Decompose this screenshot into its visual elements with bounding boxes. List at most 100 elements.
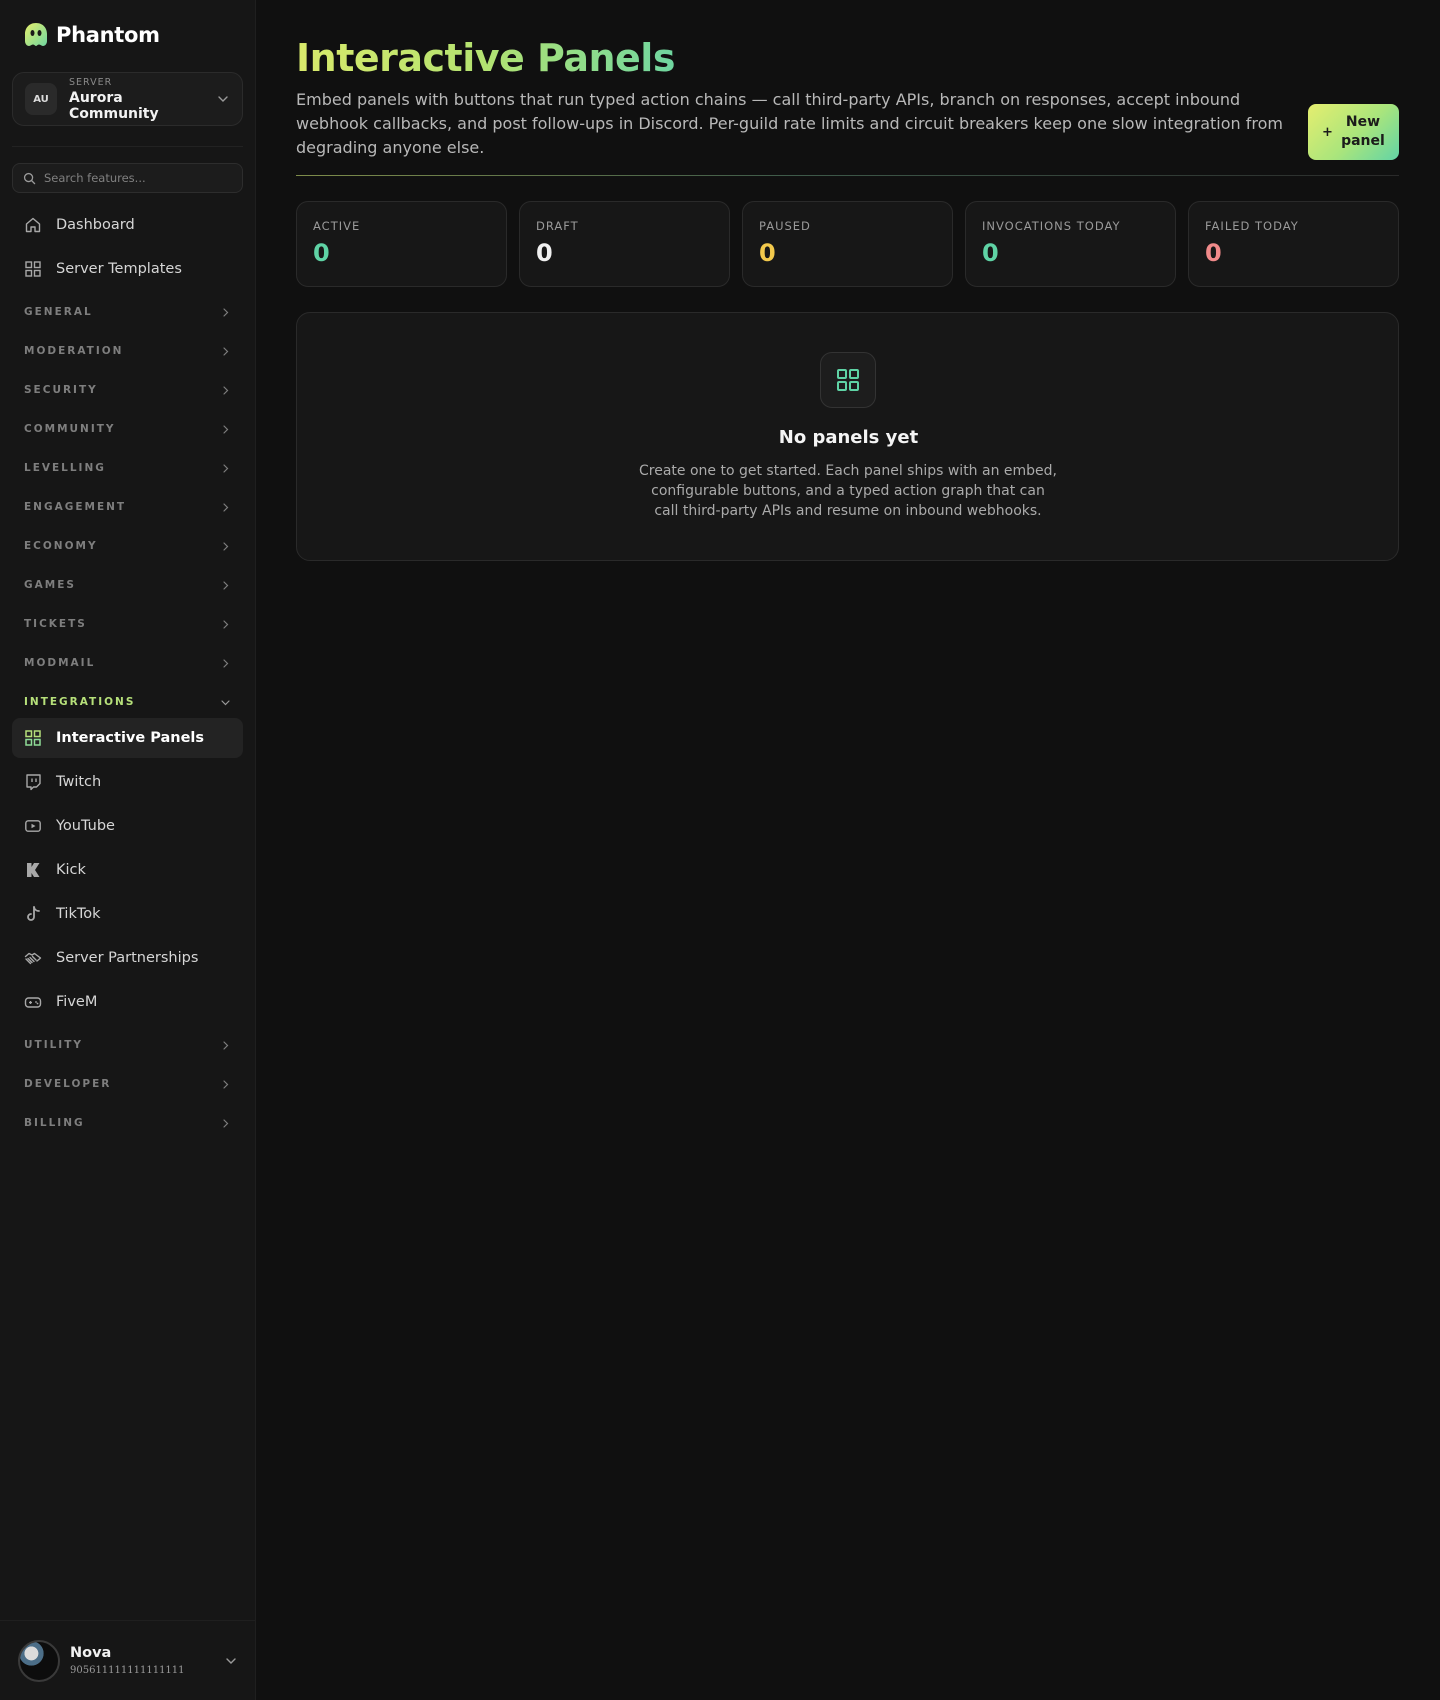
nav-item-youtube[interactable]: YouTube — [12, 806, 243, 846]
stat-label: FAILED TODAY — [1205, 219, 1299, 233]
search-icon — [23, 172, 36, 184]
tiktok-icon — [27, 906, 40, 921]
nav-item-interactive-panels[interactable]: Interactive Panels — [12, 718, 243, 758]
grid-icon — [25, 730, 41, 746]
stat-label: DRAFT — [536, 219, 579, 233]
nav-label: Twitch — [56, 774, 102, 790]
section-label: COMMUNITY — [24, 423, 116, 435]
section-billing[interactable]: BILLING — [12, 1109, 243, 1137]
user-name: Nova — [70, 1645, 112, 1661]
stat-card-draft: DRAFT 0 — [519, 201, 730, 287]
chevron-right-icon — [223, 385, 229, 395]
chevron-down-icon — [226, 1657, 236, 1664]
stat-label: PAUSED — [759, 219, 811, 233]
grid-icon — [837, 369, 859, 391]
section-games[interactable]: GAMES — [12, 571, 243, 599]
avatar — [18, 1639, 60, 1682]
chevron-right-icon — [223, 307, 229, 317]
section-utility[interactable]: UTILITY — [12, 1031, 243, 1059]
stat-value: 0 — [759, 239, 776, 267]
stat-card-active: ACTIVE 0 — [296, 201, 507, 287]
page-title: Interactive Panels — [296, 36, 675, 80]
chevron-right-icon — [223, 1079, 229, 1089]
brand[interactable]: Phantom — [22, 20, 160, 50]
chevron-right-icon — [223, 619, 229, 629]
chevron-down-icon — [218, 96, 228, 102]
twitch-icon — [26, 774, 41, 791]
section-engagement[interactable]: ENGAGEMENT — [12, 493, 243, 521]
section-general[interactable]: GENERAL — [12, 298, 243, 326]
chevron-right-icon — [223, 580, 229, 590]
search-input[interactable] — [44, 171, 232, 185]
section-label: INTEGRATIONS — [24, 696, 136, 708]
server-avatar: AU — [25, 83, 57, 115]
sidebar-divider — [12, 146, 243, 147]
section-label: MODMAIL — [24, 657, 96, 669]
empty-state-description: Create one to get started. Each panel sh… — [639, 463, 1057, 519]
section-label: LEVELLING — [24, 462, 106, 474]
chevron-right-icon — [223, 541, 229, 551]
page-description: Embed panels with buttons that run typed… — [296, 90, 1283, 157]
chevron-right-icon — [223, 658, 229, 668]
section-label: MODERATION — [24, 345, 124, 357]
section-economy[interactable]: ECONOMY — [12, 532, 243, 560]
section-label: UTILITY — [24, 1039, 83, 1051]
server-name: Aurora Community — [69, 89, 159, 122]
nav-item-server-templates[interactable]: Server Templates — [12, 249, 243, 289]
section-label: BILLING — [24, 1117, 85, 1129]
stat-label: INVOCATIONS TODAY — [982, 219, 1121, 233]
nav-item-fivem[interactable]: FiveM — [12, 982, 243, 1022]
new-panel-button[interactable]: + New panel — [1308, 104, 1399, 160]
stat-label: ACTIVE — [313, 219, 361, 233]
section-label: TICKETS — [24, 618, 87, 630]
chevron-right-icon — [223, 502, 229, 512]
section-developer[interactable]: DEVELOPER — [12, 1070, 243, 1098]
nav-item-tiktok[interactable]: TikTok — [12, 894, 243, 934]
stat-value: 0 — [1205, 239, 1222, 267]
kick-icon — [27, 863, 40, 877]
sidebar: Phantom AU SERVER Aurora Community Dashb… — [0, 0, 256, 1700]
section-security[interactable]: SECURITY — [12, 376, 243, 404]
section-label: ENGAGEMENT — [24, 501, 127, 513]
stat-card-paused: PAUSED 0 — [742, 201, 953, 287]
nav-label: FiveM — [56, 994, 98, 1010]
section-modmail[interactable]: MODMAIL — [12, 649, 243, 677]
handshake-icon — [24, 952, 42, 965]
stat-card-failed-today: FAILED TODAY 0 — [1188, 201, 1399, 287]
section-community[interactable]: COMMUNITY — [12, 415, 243, 443]
server-kicker: SERVER — [69, 76, 113, 88]
section-integrations[interactable]: INTEGRATIONS — [12, 688, 243, 716]
nav-label: Dashboard — [56, 217, 135, 233]
chevron-right-icon — [223, 1118, 229, 1128]
nav-label: TikTok — [56, 906, 101, 922]
nav-item-server-partnerships[interactable]: Server Partnerships — [12, 938, 243, 978]
nav-item-kick[interactable]: Kick — [12, 850, 243, 890]
stat-value: 0 — [982, 239, 999, 267]
grid-icon — [25, 261, 41, 277]
phantom-logo-icon — [25, 23, 47, 46]
stat-value: 0 — [313, 239, 330, 267]
empty-state-icon-box — [820, 352, 876, 408]
new-panel-label: New panel — [1341, 114, 1385, 149]
chevron-right-icon — [223, 463, 229, 473]
section-tickets[interactable]: TICKETS — [12, 610, 243, 638]
section-label: GENERAL — [24, 306, 93, 318]
section-moderation[interactable]: MODERATION — [12, 337, 243, 365]
section-label: GAMES — [24, 579, 76, 591]
nav-label: Server Partnerships — [56, 950, 199, 966]
nav-item-twitch[interactable]: Twitch — [12, 762, 243, 802]
chevron-right-icon — [223, 346, 229, 356]
user-menu[interactable]: Nova 905611111111111111 — [0, 1620, 256, 1700]
chevron-right-icon — [223, 1040, 229, 1050]
nav-label: Interactive Panels — [56, 730, 205, 746]
section-label: DEVELOPER — [24, 1078, 112, 1090]
server-switcher[interactable]: AU SERVER Aurora Community — [12, 72, 243, 126]
chevron-down-icon — [221, 699, 230, 705]
section-levelling[interactable]: LEVELLING — [12, 454, 243, 482]
empty-state: No panels yet Create one to get started.… — [296, 312, 1399, 561]
header-divider — [296, 175, 1399, 176]
search-box[interactable] — [12, 163, 243, 193]
chevron-right-icon — [223, 424, 229, 434]
brand-name: Phantom — [56, 23, 160, 47]
nav-item-dashboard[interactable]: Dashboard — [12, 205, 243, 245]
